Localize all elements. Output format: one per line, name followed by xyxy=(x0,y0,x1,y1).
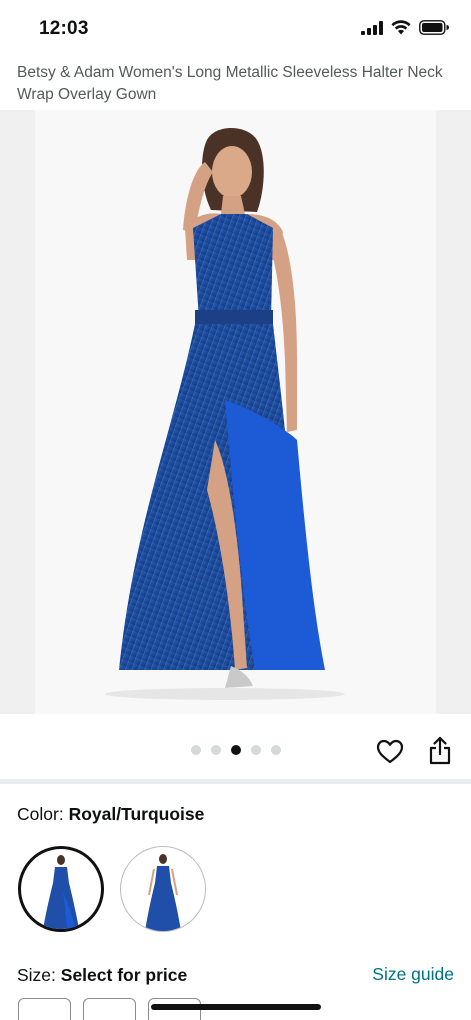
heart-icon xyxy=(376,739,404,764)
size-label: Size: xyxy=(17,965,56,985)
product-title: Betsy & Adam Women's Long Metallic Sleev… xyxy=(17,64,443,103)
product-image[interactable] xyxy=(35,110,436,714)
color-label: Color: xyxy=(17,804,64,824)
color-value: Royal/Turquoise xyxy=(68,804,205,824)
carousel-dot[interactable] xyxy=(211,745,221,755)
size-option-button[interactable] xyxy=(18,998,71,1020)
share-button[interactable] xyxy=(428,736,452,766)
swatch-thumbnail xyxy=(145,854,181,931)
size-option-button[interactable] xyxy=(83,998,136,1020)
battery-icon xyxy=(419,20,449,35)
size-guide-link[interactable]: Size guide xyxy=(372,964,454,985)
carousel-dot-active[interactable] xyxy=(231,745,241,755)
section-divider xyxy=(0,779,471,784)
size-selection-label: Size: Select for price xyxy=(17,965,187,986)
status-icons xyxy=(361,20,449,35)
carousel-dots xyxy=(191,745,281,755)
home-indicator[interactable] xyxy=(151,1004,321,1010)
status-time: 12:03 xyxy=(39,18,89,39)
signal-icon xyxy=(361,20,383,35)
product-photo xyxy=(105,128,345,700)
carousel-dot[interactable] xyxy=(271,745,281,755)
color-swatch-selected[interactable] xyxy=(18,846,104,932)
status-bar: 12:03 xyxy=(0,0,471,58)
share-icon xyxy=(429,736,451,765)
color-selection-label: Color: Royal/Turquoise xyxy=(17,804,204,825)
wifi-icon xyxy=(391,20,411,35)
size-value: Select for price xyxy=(60,965,188,985)
product-image-area[interactable] xyxy=(0,110,471,714)
color-swatch-option[interactable] xyxy=(120,846,206,932)
carousel-dot[interactable] xyxy=(191,745,201,755)
wishlist-button[interactable] xyxy=(376,738,404,766)
swatch-thumbnail xyxy=(43,855,79,929)
carousel-controls xyxy=(0,716,471,778)
carousel-dot[interactable] xyxy=(251,745,261,755)
